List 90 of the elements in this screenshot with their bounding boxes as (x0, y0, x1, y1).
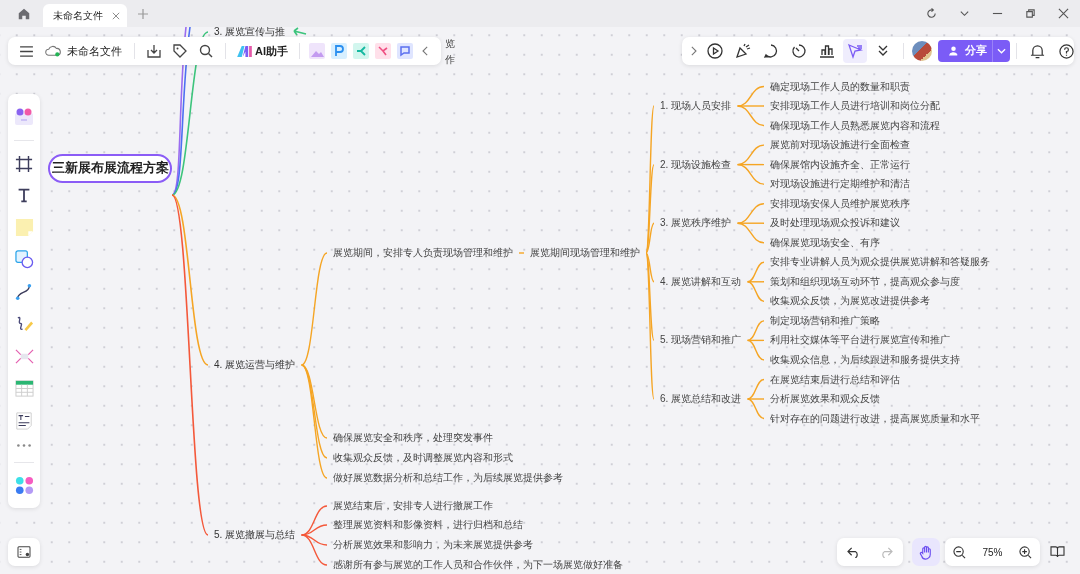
templates-icon[interactable] (14, 106, 34, 127)
root-topic[interactable]: 三新展布展流程方案 (48, 154, 172, 183)
node-text[interactable]: 整理展览资料和影像资料，进行归档和总结 (333, 519, 523, 531)
node-text[interactable]: 确保现场工作人员熟悉展览内容和流程 (770, 119, 940, 132)
node-text[interactable]: 展览期间现场管理和维护 (530, 247, 640, 259)
download-icon[interactable] (147, 44, 161, 58)
book-icon[interactable] (1050, 545, 1065, 558)
node-text[interactable]: 分析展览效果和影响力，为未来展览提供参考 (333, 539, 533, 551)
help-icon[interactable] (1059, 43, 1074, 59)
branch-label[interactable]: 3. 展览宣传与推 (214, 26, 286, 38)
chat-icon[interactable] (397, 43, 413, 59)
node-text[interactable]: 针对存在的问题进行改进，提高展览质量和水平 (770, 412, 980, 425)
party-popper-icon (735, 43, 751, 59)
mindmap-icon[interactable] (14, 346, 34, 366)
topic-label[interactable]: 5. 现场营销和推广 (660, 334, 742, 347)
pointer-icon (847, 43, 863, 59)
node-text[interactable]: 安排现场安保人员维护展览秩序 (770, 197, 910, 210)
home-icon[interactable] (17, 6, 31, 21)
node-text[interactable]: 安排专业讲解人员为观众提供展览讲解和答疑服务 (770, 256, 990, 269)
ai-logo-icon (237, 45, 252, 57)
connector-line (518, 252, 525, 254)
topic-label[interactable]: 3. 展览秩序维护 (660, 217, 732, 230)
node-text[interactable]: 确定现场工作人员的数量和职责 (770, 80, 910, 93)
node-text[interactable]: 策划和组织现场互动环节，提高观众参与度 (770, 275, 960, 288)
topic-label[interactable]: 6. 展览总结和改进 (660, 393, 742, 405)
timer-icon (791, 43, 807, 59)
chevron-down-icon[interactable] (959, 8, 970, 19)
node-text[interactable]: 分析展览效果和观众反馈 (770, 393, 880, 405)
close-icon[interactable] (1058, 8, 1069, 19)
chevron-right-icon[interactable] (690, 46, 697, 56)
hand-tool-button[interactable] (912, 538, 940, 566)
table-icon[interactable] (14, 379, 34, 399)
topic-label[interactable]: 1. 现场人员安排 (660, 100, 732, 112)
branch-label[interactable]: 5. 展览撤展与总结 (214, 529, 296, 541)
shapes-icon[interactable] (14, 250, 34, 270)
node-text[interactable]: 确保展馆内设施齐全、正常运行 (770, 158, 910, 171)
node-text[interactable]: 确保展览安全和秩序，处理突发事件 (333, 432, 493, 444)
tag-icon[interactable] (173, 44, 187, 58)
node-text[interactable]: 收集观众信息，为后续跟进和服务提供支持 (770, 353, 960, 366)
arrow-icon (293, 27, 307, 36)
node-text[interactable]: 展览期间，安排专人负责现场管理和维护 (333, 247, 513, 259)
node-text[interactable]: 做好展览数据分析和总结工作，为后续展览提供参考 (333, 472, 563, 484)
text-document-icon[interactable] (15, 411, 33, 430)
node-text[interactable]: 对现场设施进行定期维护和清洁 (770, 178, 910, 191)
flowchart-icon[interactable] (375, 43, 391, 59)
node-text[interactable]: 展览结束后，安排专人进行撤展工作 (333, 500, 493, 512)
person-icon (949, 45, 960, 57)
node-text[interactable]: 安排现场工作人员进行培训和岗位分配 (770, 100, 940, 112)
connector-icon[interactable] (15, 282, 33, 301)
frame-icon[interactable] (15, 154, 33, 173)
bell-icon[interactable] (1030, 43, 1045, 59)
zoom-out-icon[interactable] (953, 545, 967, 559)
caret-icon[interactable] (996, 48, 1006, 54)
ai-assistant-button[interactable]: AI助手 (232, 43, 293, 59)
menu-icon[interactable] (20, 45, 33, 57)
close-icon[interactable] (112, 12, 120, 20)
branch-label[interactable]: 4. 展览运营与维护 (214, 359, 296, 371)
node-text[interactable]: 在展览结束后进行总结和评估 (770, 373, 900, 386)
p-icon[interactable] (331, 43, 347, 59)
node-text[interactable]: 展览前对现场设施进行全面检查 (770, 139, 910, 152)
node-text[interactable]: 及时处理现场观众投诉和建议 (770, 217, 900, 230)
node-text[interactable]: 览 (445, 38, 455, 50)
topic-label[interactable]: 4. 展览讲解和互动 (660, 275, 742, 288)
chart-icon (819, 43, 835, 59)
node-text[interactable]: 确保展览现场安全、有序 (770, 236, 880, 249)
play-icon (707, 43, 723, 59)
user-avatar[interactable] (912, 41, 932, 61)
node-text[interactable]: 收集观众反馈，及时调整展览内容和形式 (333, 452, 513, 464)
apps-icon[interactable] (14, 476, 34, 496)
zoom-in-icon[interactable] (1018, 545, 1032, 559)
hand-icon (918, 544, 934, 560)
undo-icon[interactable] (847, 546, 860, 558)
share-button[interactable]: 分享 (938, 40, 1010, 62)
zoom-level[interactable]: 75% (982, 546, 1003, 558)
node-text[interactable]: 制定现场营销和推广策略 (770, 314, 880, 327)
file-tab[interactable]: 未命名文件 (43, 4, 127, 27)
search-icon[interactable] (199, 44, 213, 58)
panel-settings-icon[interactable] (17, 546, 31, 558)
refresh-icon[interactable] (926, 8, 937, 19)
pointer-button[interactable] (843, 39, 867, 63)
restore-icon[interactable] (1025, 8, 1036, 19)
chevron-left-icon[interactable] (422, 46, 429, 56)
node-text[interactable]: 利用社交媒体等平台进行展览宣传和推广 (770, 334, 950, 347)
more-icon[interactable] (16, 443, 32, 449)
node-text[interactable]: 感谢所有参与展览的工作人员和合作伙伴，为下一场展览做好准备 (333, 559, 623, 571)
node-text[interactable]: 作 (445, 54, 455, 66)
node-text[interactable]: 收集观众反馈，为展览改进提供参考 (770, 295, 930, 308)
topic-label[interactable]: 2. 现场设施检查 (660, 158, 732, 171)
cloud-icon (45, 45, 61, 57)
file-name[interactable]: 未命名文件 (67, 43, 122, 59)
